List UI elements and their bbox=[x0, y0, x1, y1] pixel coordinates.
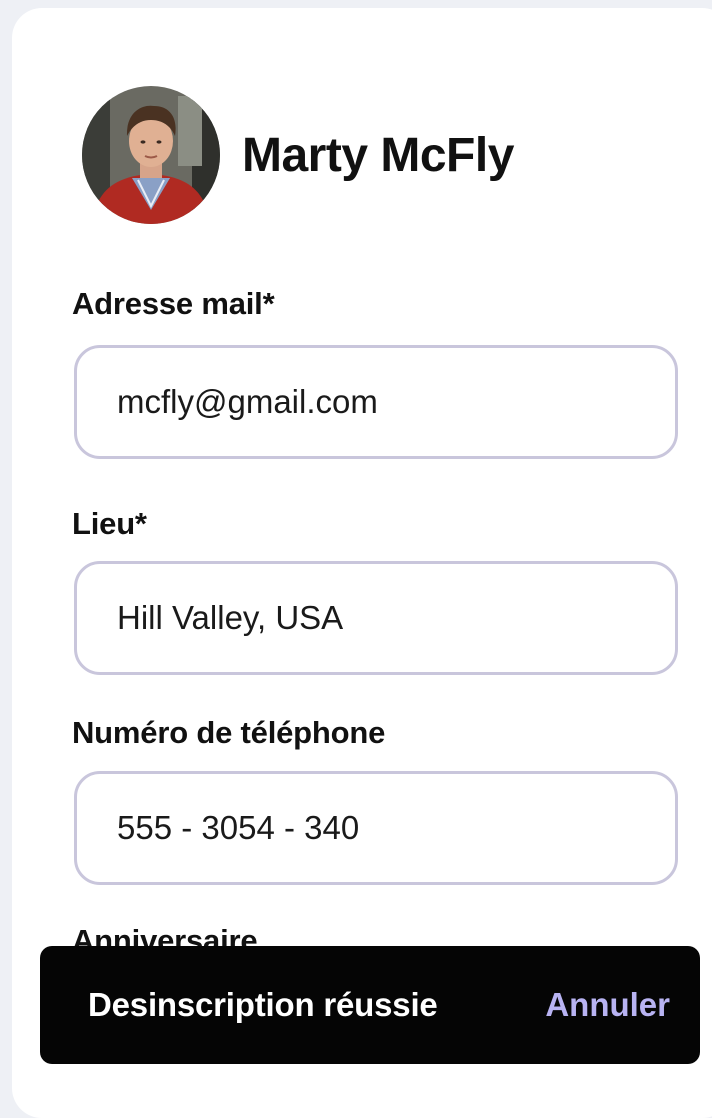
phone-field[interactable] bbox=[74, 771, 678, 885]
profile-header: Marty McFly bbox=[82, 86, 514, 224]
email-label: Adresse mail* bbox=[72, 286, 275, 321]
snackbar: Desinscription réussie Annuler bbox=[40, 946, 700, 1064]
snackbar-message: Desinscription réussie bbox=[88, 986, 438, 1023]
location-field[interactable] bbox=[74, 561, 678, 675]
location-label: Lieu* bbox=[72, 506, 147, 541]
email-field[interactable] bbox=[74, 345, 678, 459]
undo-button[interactable]: Annuler bbox=[545, 986, 670, 1024]
avatar[interactable] bbox=[82, 86, 220, 224]
profile-name: Marty McFly bbox=[242, 128, 514, 182]
user-photo-icon bbox=[82, 86, 220, 224]
phone-label: Numéro de téléphone bbox=[72, 715, 386, 750]
